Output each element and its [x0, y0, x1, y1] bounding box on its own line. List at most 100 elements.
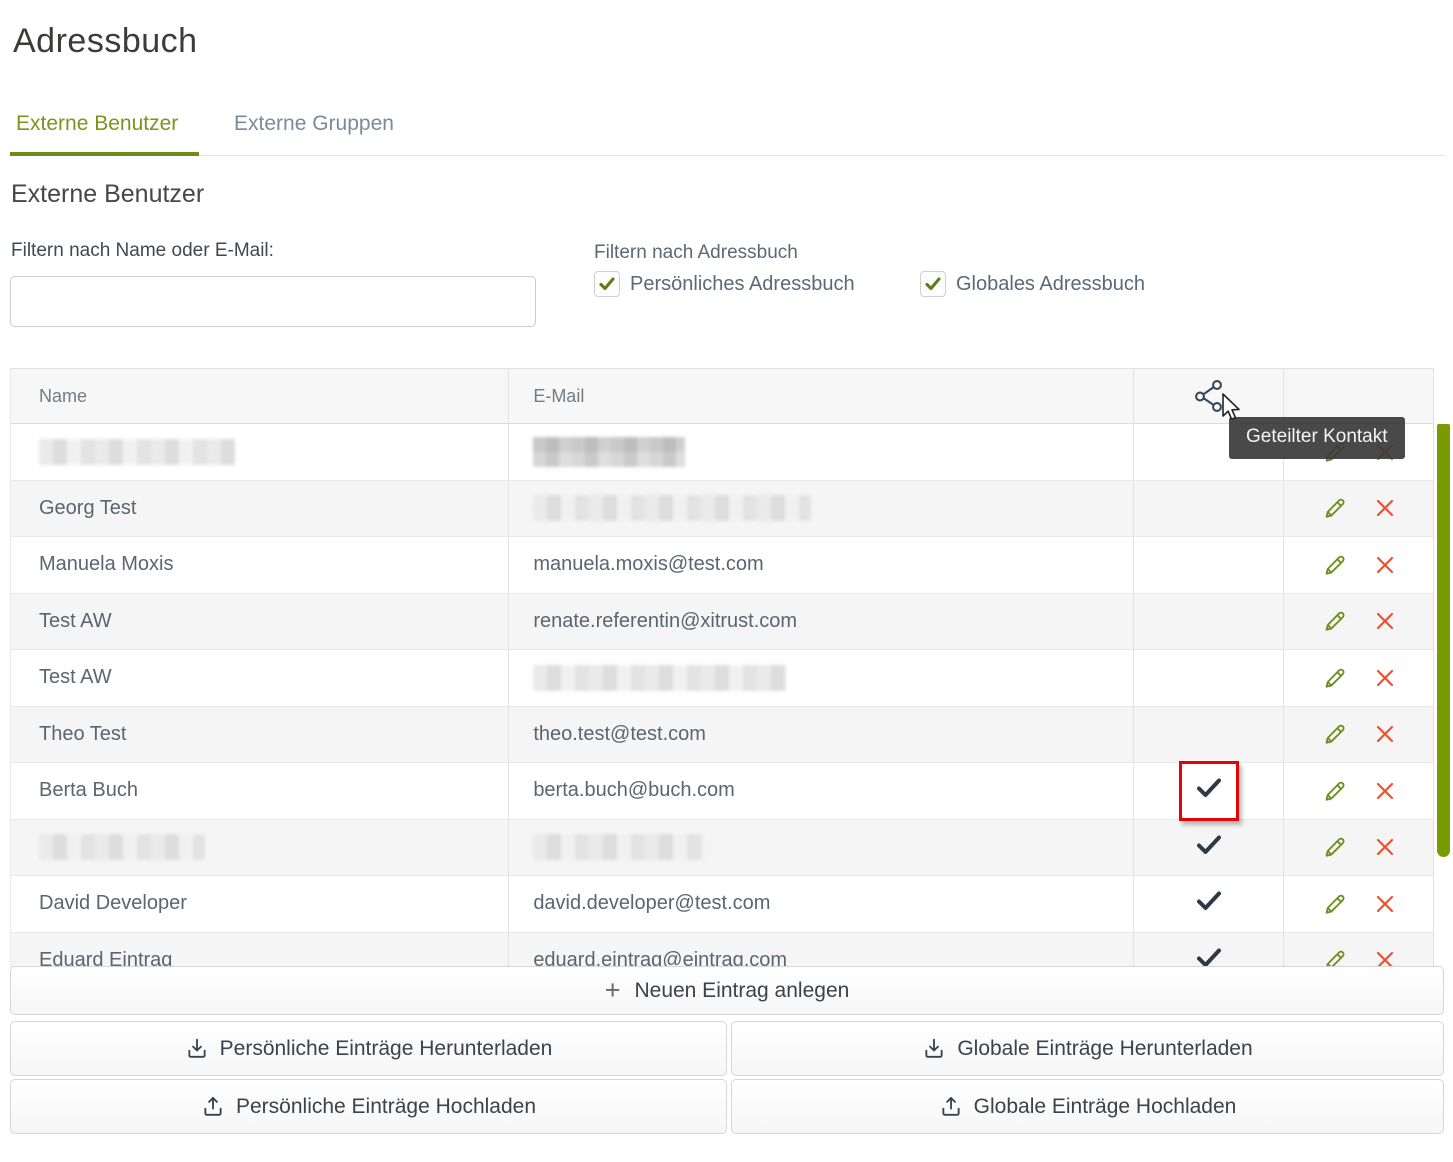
- cell-email: [509, 481, 1134, 537]
- section-title: Externe Benutzer: [11, 180, 204, 209]
- cell-name: Theo Test: [11, 707, 509, 763]
- shared-check-icon: [1195, 946, 1223, 968]
- name-value: Test AW: [39, 666, 112, 689]
- edit-pencil-icon[interactable]: [1322, 891, 1348, 917]
- table-row: Eduard Eintrag eduard.eintrag@eintrag.co…: [11, 933, 1433, 969]
- tab-externe-gruppen[interactable]: Externe Gruppen: [234, 112, 394, 136]
- delete-x-icon[interactable]: [1374, 667, 1396, 689]
- addressbook-filter-label: Filtern nach Adressbuch: [594, 242, 798, 264]
- tab-externe-benutzer[interactable]: Externe Benutzer: [16, 112, 178, 136]
- cell-email: [509, 650, 1134, 706]
- cell-actions: [1284, 481, 1433, 537]
- table-row: [11, 820, 1433, 877]
- table-row: Test AW renate.referentin@xitrust.com: [11, 594, 1433, 651]
- checkbox-global-label: Globales Adressbuch: [956, 273, 1145, 296]
- edit-pencil-icon[interactable]: [1322, 495, 1348, 521]
- table-row: Test AW: [11, 650, 1433, 707]
- cell-shared: [1134, 537, 1284, 593]
- upload-icon: [939, 1095, 963, 1119]
- checkbox-personal-label: Persönliches Adressbuch: [630, 273, 855, 296]
- new-entry-button[interactable]: + Neuen Eintrag anlegen: [10, 966, 1444, 1015]
- delete-x-icon[interactable]: [1374, 893, 1396, 915]
- tooltip-geteilter-kontakt: Geteilter Kontakt: [1229, 417, 1405, 459]
- button-label: Globale Einträge Hochladen: [974, 1095, 1237, 1119]
- cell-shared: [1134, 594, 1284, 650]
- cell-actions: [1284, 763, 1433, 819]
- delete-x-icon[interactable]: [1374, 836, 1396, 858]
- cell-shared: [1134, 763, 1284, 819]
- cell-name: Test AW: [11, 650, 509, 706]
- plus-icon: +: [605, 977, 621, 1004]
- name-value: Theo Test: [39, 723, 126, 746]
- name-value: David Developer: [39, 892, 187, 915]
- edit-pencil-icon[interactable]: [1322, 834, 1348, 860]
- cell-email: eduard.eintrag@eintrag.com: [509, 933, 1134, 969]
- shared-contact-indicator: [1195, 946, 1223, 968]
- download-global-entries-button[interactable]: Globale Einträge Herunterladen: [731, 1021, 1444, 1076]
- cell-name: [11, 820, 509, 876]
- edit-pencil-icon[interactable]: [1322, 778, 1348, 804]
- button-label: Globale Einträge Herunterladen: [957, 1037, 1252, 1061]
- upload-personal-entries-button[interactable]: Persönliche Einträge Hochladen: [10, 1079, 727, 1134]
- cell-shared: [1134, 876, 1284, 932]
- cell-email: renate.referentin@xitrust.com: [509, 594, 1134, 650]
- edit-pencil-icon[interactable]: [1322, 552, 1348, 578]
- edit-pencil-icon[interactable]: [1322, 608, 1348, 634]
- share-icon[interactable]: [1194, 379, 1224, 413]
- delete-x-icon[interactable]: [1374, 780, 1396, 802]
- column-header-actions: [1284, 369, 1433, 423]
- upload-global-entries-button[interactable]: Globale Einträge Hochladen: [731, 1079, 1444, 1134]
- shared-contact-indicator: [1195, 833, 1223, 862]
- name-value: Manuela Moxis: [39, 553, 174, 576]
- table-row: Manuela Moxis manuela.moxis@test.com: [11, 537, 1433, 594]
- upload-icon: [201, 1095, 225, 1119]
- cell-shared: [1134, 650, 1284, 706]
- button-label: Persönliche Einträge Hochladen: [236, 1095, 536, 1119]
- delete-x-icon[interactable]: [1374, 610, 1396, 632]
- cell-email: david.developer@test.com: [509, 876, 1134, 932]
- checkbox-personal-addressbook[interactable]: [594, 271, 620, 297]
- redacted-email: [533, 665, 786, 691]
- email-value: manuela.moxis@test.com: [533, 553, 763, 576]
- cell-actions: [1284, 933, 1433, 969]
- cell-actions: [1284, 876, 1433, 932]
- cell-actions: [1284, 820, 1433, 876]
- table-row: [11, 424, 1433, 481]
- download-icon: [185, 1037, 209, 1061]
- name-filter-label: Filtern nach Name oder E-Mail:: [11, 240, 274, 262]
- external-users-table: Name E-Mail Georg Test: [10, 368, 1434, 968]
- cell-email: [509, 820, 1134, 876]
- redacted-email: [533, 834, 703, 860]
- cell-shared: [1134, 933, 1284, 969]
- download-icon: [922, 1037, 946, 1061]
- email-value: renate.referentin@xitrust.com: [533, 610, 797, 633]
- highlight-box: [1179, 761, 1239, 821]
- edit-pencil-icon[interactable]: [1322, 721, 1348, 747]
- name-value: Georg Test: [39, 497, 136, 520]
- scrollbar-thumb[interactable]: [1437, 424, 1450, 857]
- checkmark-icon: [924, 275, 942, 293]
- delete-x-icon[interactable]: [1374, 497, 1396, 519]
- active-tab-underline: [10, 152, 199, 156]
- delete-x-icon[interactable]: [1374, 554, 1396, 576]
- cell-shared: [1134, 481, 1284, 537]
- edit-pencil-icon[interactable]: [1322, 947, 1348, 968]
- edit-pencil-icon[interactable]: [1322, 665, 1348, 691]
- download-personal-entries-button[interactable]: Persönliche Einträge Herunterladen: [10, 1021, 727, 1076]
- email-value: berta.buch@buch.com: [533, 779, 735, 802]
- redacted-name: [39, 439, 235, 465]
- new-entry-label: Neuen Eintrag anlegen: [634, 979, 849, 1003]
- page-title: Adressbuch: [13, 22, 198, 61]
- cell-actions: [1284, 707, 1433, 763]
- cell-shared: [1134, 707, 1284, 763]
- checkbox-global-addressbook[interactable]: [920, 271, 946, 297]
- table-row: Georg Test: [11, 481, 1433, 538]
- cell-actions: [1284, 537, 1433, 593]
- table-row: Theo Test theo.test@test.com: [11, 707, 1433, 764]
- table-row: Berta Buch berta.buch@buch.com: [11, 763, 1433, 820]
- delete-x-icon[interactable]: [1374, 723, 1396, 745]
- cell-actions: [1284, 650, 1433, 706]
- cell-name: Eduard Eintrag: [11, 933, 509, 969]
- cell-email: manuela.moxis@test.com: [509, 537, 1134, 593]
- name-filter-input[interactable]: [10, 276, 536, 327]
